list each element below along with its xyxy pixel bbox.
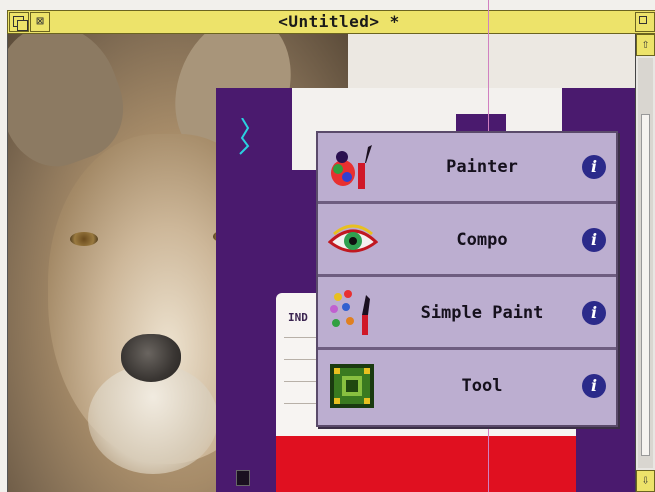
painter-app-icon <box>331 145 372 189</box>
scroll-up-arrow-icon[interactable]: ⇧ <box>636 34 655 56</box>
simple-paint-icon <box>330 290 370 335</box>
close-icon[interactable]: ⊠ <box>30 12 50 32</box>
menu-item-label: Simple Paint <box>420 303 544 323</box>
write-protect-notch <box>236 470 250 486</box>
back-icon[interactable] <box>9 12 29 32</box>
window-title-bar[interactable]: ⊠ <Untitled> * <box>7 10 655 34</box>
menu-item-label: Tool <box>461 376 503 396</box>
menu-item-label: Compo <box>456 230 508 250</box>
compo-eye-icon <box>328 224 378 253</box>
menu-item-simple-paint[interactable]: Simple Paint i <box>318 279 616 350</box>
vertical-scrollbar[interactable]: ⇧ ⇩ <box>635 34 655 492</box>
disk-label-text: IND <box>288 311 308 324</box>
menu-item-tool[interactable]: Tool i <box>318 352 616 423</box>
scroll-down-arrow-icon[interactable]: ⇩ <box>636 470 655 492</box>
tool-grid-icon <box>330 364 374 408</box>
menu-item-painter[interactable]: Painter i <box>318 133 616 204</box>
info-icon[interactable]: i <box>582 301 606 325</box>
scroll-thumb[interactable] <box>641 114 650 456</box>
window-title: <Untitled> * <box>278 12 400 31</box>
scroll-track[interactable] <box>638 58 653 468</box>
menu-item-label: Painter <box>446 157 518 177</box>
menu-item-compo[interactable]: Compo i <box>318 206 616 277</box>
info-icon[interactable]: i <box>582 228 606 252</box>
info-icon[interactable]: i <box>582 374 606 398</box>
toggle-size-icon[interactable] <box>635 12 655 32</box>
info-icon[interactable]: i <box>582 155 606 179</box>
app-launch-menu: Painter i Compo i Simple Paint i Tool i <box>316 131 618 427</box>
